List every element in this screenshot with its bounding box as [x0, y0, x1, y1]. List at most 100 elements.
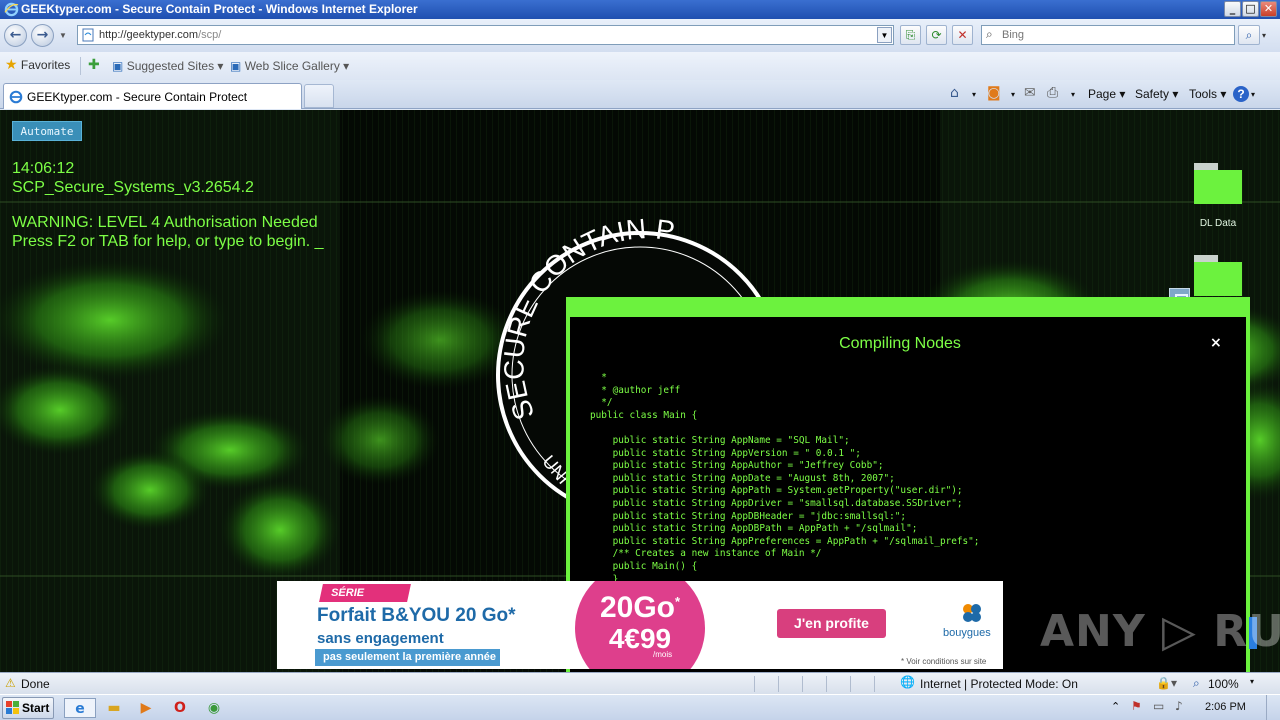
- history-dropdown-icon[interactable]: ▼: [59, 31, 67, 40]
- status-segment: [802, 676, 824, 692]
- url-text: http://geektyper.com/scp/: [99, 29, 222, 41]
- close-window-button[interactable]: ✕: [1260, 1, 1277, 17]
- taskbar-clock[interactable]: 2:06 PM: [1205, 701, 1246, 713]
- code-listing: * * @author jeff */ public class Main { …: [590, 372, 980, 585]
- taskbar-opera-icon[interactable]: O: [166, 698, 194, 718]
- internet-explorer-icon: [4, 2, 19, 17]
- address-input[interactable]: http://geektyper.com/scp/ ▼: [77, 25, 894, 45]
- search-icon: ⌕: [1245, 28, 1253, 42]
- ad-cta-button[interactable]: J'en profite: [777, 609, 886, 638]
- rss-feed-icon[interactable]: ◙: [987, 85, 1001, 101]
- dialog-title: Compiling Nodes: [839, 335, 961, 352]
- status-warning-icon: ⚠: [5, 676, 16, 690]
- ad-brand: bouygues: [943, 627, 991, 639]
- windows-logo-icon: [6, 701, 19, 714]
- ad-note: * Voir conditions sur site: [901, 657, 987, 666]
- page-icon: [82, 28, 94, 42]
- zoom-level[interactable]: 100%: [1208, 677, 1239, 691]
- add-to-favorites-bar-button[interactable]: ✚: [88, 57, 100, 73]
- search-icon: ⌕: [986, 27, 993, 41]
- action-center-icon[interactable]: ⚑: [1131, 699, 1142, 713]
- ad-per-month: /mois: [653, 650, 673, 659]
- zoom-dropdown-icon[interactable]: ▾: [1250, 677, 1254, 686]
- tools-menu[interactable]: Tools ▾: [1189, 87, 1226, 101]
- new-tab-button[interactable]: [304, 84, 334, 108]
- print-dropdown-icon[interactable]: ▾: [1071, 90, 1075, 99]
- page-menu[interactable]: Page ▾: [1088, 87, 1125, 101]
- taskbar-chrome-icon[interactable]: ◉: [200, 698, 228, 718]
- terminal-system-name: SCP_Secure_Systems_v3.2654.2: [12, 179, 254, 196]
- minimize-button[interactable]: _: [1224, 1, 1241, 17]
- status-text: Done: [21, 677, 50, 691]
- tab-row: GEEKtyper.com - Secure Contain Protect ⌂…: [0, 80, 1280, 109]
- search-box[interactable]: ⌕: [981, 25, 1235, 45]
- lock-icon[interactable]: 🔒▾: [1156, 676, 1177, 690]
- close-icon[interactable]: ×: [1210, 335, 1222, 351]
- safety-menu[interactable]: Safety ▾: [1135, 87, 1178, 101]
- advertisement-banner[interactable]: SÉRIE SPÉCIALE Forfait B&YOU 20 Go* sans…: [277, 581, 1003, 669]
- divider: [80, 57, 81, 75]
- web-slice-gallery-link[interactable]: ▣ Web Slice Gallery ▾: [230, 59, 349, 73]
- ad-price-circle: 20Go* 4€99 /mois: [575, 581, 705, 669]
- ad-title: Forfait B&YOU 20 Go*: [317, 605, 516, 626]
- forward-button[interactable]: →: [31, 24, 54, 47]
- terminal-help-prompt: Press F2 or TAB for help, or type to beg…: [12, 233, 324, 250]
- window-title-bar[interactable]: GEEKtyper.com - Secure Contain Protect -…: [0, 0, 1280, 19]
- stop-button[interactable]: ✕: [952, 25, 973, 45]
- search-button[interactable]: ⌕: [1238, 25, 1260, 45]
- home-icon[interactable]: ⌂: [950, 85, 959, 101]
- taskbar-internet-explorer-icon[interactable]: e: [64, 698, 96, 718]
- feed-dropdown-icon[interactable]: ▾: [1011, 90, 1015, 99]
- volume-icon[interactable]: ♪: [1175, 699, 1183, 713]
- taskbar-media-player-icon[interactable]: ▶: [132, 698, 160, 718]
- automate-button[interactable]: Automate: [12, 121, 82, 141]
- print-icon[interactable]: ⎙: [1047, 85, 1058, 101]
- bouygues-logo-icon: [963, 604, 981, 622]
- security-zone[interactable]: Internet | Protected Mode: On: [920, 677, 1078, 691]
- favorites-button[interactable]: ★ Favorites: [5, 57, 70, 73]
- ad-subtitle: sans engagement: [317, 630, 444, 647]
- address-bar-row: ← → ▼ http://geektyper.com/scp/ ▼ ⎘ ⟳ ✕ …: [0, 19, 1280, 52]
- folder-icon[interactable]: [1194, 163, 1242, 204]
- maximize-button[interactable]: □: [1242, 1, 1259, 17]
- globe-icon: 🌐: [900, 675, 915, 689]
- windows-taskbar: Start e ▬ ▶ O ◉ ⌃ ⚑ ▭ ♪ 2:06 PM: [0, 694, 1280, 720]
- taskbar-explorer-folder-icon[interactable]: ▬: [100, 698, 128, 718]
- status-segment: [778, 676, 800, 692]
- status-segment: [826, 676, 848, 692]
- folder-icon[interactable]: [1194, 255, 1242, 296]
- start-button[interactable]: Start: [2, 697, 54, 719]
- status-segment: [754, 676, 776, 692]
- help-icon[interactable]: ?: [1233, 86, 1249, 102]
- address-dropdown-icon[interactable]: ▼: [877, 27, 892, 43]
- terminal-warning: WARNING: LEVEL 4 Authorisation Needed: [12, 214, 318, 231]
- anyrun-watermark: ANY ▷ RUN: [1040, 606, 1280, 657]
- dl-data-label: DL Data: [1199, 218, 1237, 229]
- home-dropdown-icon[interactable]: ▾: [972, 90, 976, 99]
- zoom-icon[interactable]: ⌕: [1193, 676, 1200, 691]
- ad-data-amount: 20Go*: [599, 591, 681, 624]
- mail-icon[interactable]: ✉: [1024, 85, 1036, 101]
- arrow-left-icon: ←: [9, 27, 22, 43]
- suggested-sites-link[interactable]: ▣ Suggested Sites ▾: [112, 59, 223, 73]
- refresh-button[interactable]: ⟳: [926, 25, 947, 45]
- compatibility-view-button[interactable]: ⎘: [900, 25, 921, 45]
- ad-strip: pas seulement la première année: [315, 649, 500, 666]
- page-icon: ▣: [112, 59, 124, 73]
- window-title: GEEKtyper.com - Secure Contain Protect -…: [21, 2, 418, 16]
- terminal-time: 14:06:12: [12, 160, 75, 177]
- back-button[interactable]: ←: [4, 24, 27, 47]
- show-desktop-button[interactable]: [1266, 695, 1280, 720]
- search-input[interactable]: [1002, 27, 1230, 43]
- ad-badge: SÉRIE SPÉCIALE: [319, 584, 411, 617]
- ad-price: 4€99: [608, 623, 672, 654]
- stop-icon: ✕: [957, 28, 968, 42]
- network-icon[interactable]: ▭: [1153, 699, 1164, 713]
- show-hidden-icons-icon[interactable]: ⌃: [1111, 700, 1120, 713]
- help-dropdown-icon[interactable]: ▾: [1251, 90, 1255, 99]
- status-bar: ⚠ Done 🌐 Internet | Protected Mode: On 🔒…: [0, 672, 1280, 694]
- tab-geektyper[interactable]: GEEKtyper.com - Secure Contain Protect: [3, 83, 302, 109]
- favorites-bar: ★ Favorites ✚ ▣ Suggested Sites ▾ ▣ Web …: [0, 52, 1280, 80]
- search-options-icon[interactable]: ▾: [1262, 31, 1266, 40]
- status-segment: [874, 676, 896, 692]
